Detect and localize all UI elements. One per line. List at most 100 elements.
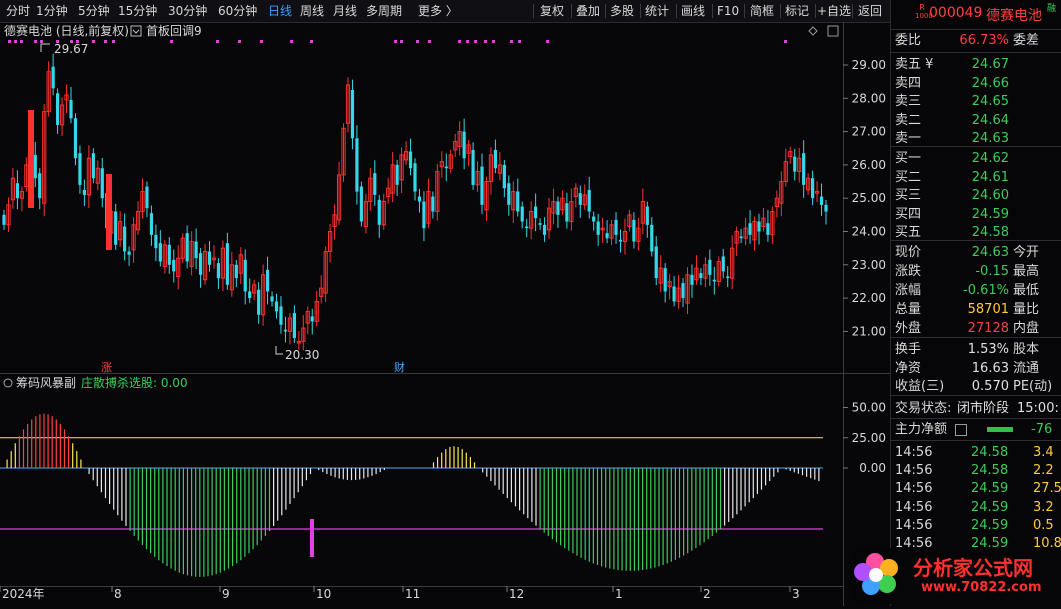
- period-tab-60min[interactable]: 60分钟: [218, 0, 257, 22]
- signal-dot: [310, 40, 313, 43]
- finance-row: 净资 16.63 流通: [891, 359, 1061, 378]
- candle-body: [185, 233, 189, 262]
- candle-body: [802, 153, 806, 185]
- candle-body: [520, 206, 524, 222]
- netflow-value: -76: [1031, 422, 1053, 437]
- period-tab-multi[interactable]: 多周期: [366, 0, 402, 22]
- candle-body: [78, 153, 82, 185]
- signal-dot: [400, 40, 403, 43]
- candle-body: [158, 243, 162, 262]
- signal-dot: [40, 40, 43, 43]
- signal-dot: [14, 40, 17, 43]
- diamond-icon[interactable]: [808, 26, 818, 36]
- period-tab-daily[interactable]: 日线: [268, 0, 292, 22]
- candle-body: [632, 219, 636, 242]
- candle-body: [699, 273, 703, 279]
- ask-label: 卖五 ¥: [895, 57, 934, 72]
- bid-label: 买一: [895, 151, 922, 166]
- candle-body: [757, 221, 761, 232]
- price-tick-label: 27.00: [852, 125, 886, 139]
- indicator-name[interactable]: 首板回调9: [146, 24, 202, 38]
- candle-body: [605, 233, 609, 239]
- tool-stats-button[interactable]: 统计: [645, 0, 669, 22]
- bid-row: 买四 24.59: [891, 205, 1061, 224]
- signal-dot: [474, 40, 477, 43]
- settings-box-icon[interactable]: [827, 25, 839, 37]
- signal-dot: [546, 40, 549, 43]
- candle-body: [359, 186, 363, 222]
- quote-row: 涨幅 -0.61% 最低: [891, 281, 1061, 300]
- date-tick-label: 1: [615, 587, 623, 601]
- quote-label2: 最高: [1013, 264, 1040, 279]
- candle-body: [654, 246, 658, 279]
- finance-label: 换手: [895, 342, 922, 357]
- period-tab-15min[interactable]: 15分钟: [118, 0, 157, 22]
- date-tick-label: 10: [316, 587, 331, 601]
- finance-label2: PE(动): [1013, 379, 1053, 394]
- tool-draw-button[interactable]: 画线: [681, 0, 705, 22]
- weibi-label: 委比: [895, 33, 922, 48]
- high-label: 29.67: [54, 42, 88, 56]
- candle-body: [507, 183, 511, 205]
- tool-f10-button[interactable]: F10: [717, 0, 739, 22]
- toolbar-divider: [852, 4, 853, 18]
- back-button[interactable]: 返回: [858, 0, 882, 22]
- candle-body: [373, 173, 377, 195]
- ask-row: 卖五 ¥ 24.67: [891, 55, 1061, 74]
- finance-marker[interactable]: 财: [394, 360, 405, 374]
- period-tab-30min[interactable]: 30分钟: [168, 0, 207, 22]
- signal-dot: [784, 40, 787, 43]
- candles: [2, 53, 828, 351]
- ask-row: 卖三 24.65: [891, 92, 1061, 111]
- kline-chart[interactable]: 29.00 28.00 27.00 26.00 25.00 24.00 23.00 22.00…: [0, 22, 890, 606]
- add-watchlist-button[interactable]: +自选: [817, 0, 851, 22]
- status-value: 闭市阶段: [957, 401, 1010, 416]
- candle-body: [82, 189, 87, 195]
- candle-body: [422, 201, 426, 229]
- candle-body: [395, 164, 399, 185]
- period-tab-1min[interactable]: 1分钟: [36, 0, 68, 22]
- period-tab-monthly[interactable]: 月线: [333, 0, 357, 22]
- candle-body: [592, 216, 596, 222]
- candle-body: [408, 151, 413, 169]
- bid-price: 24.61: [971, 169, 1009, 185]
- stock-code: 000049: [929, 5, 983, 21]
- candle-body: [15, 183, 20, 199]
- date-tick-label: 2: [703, 587, 711, 601]
- candle-body: [565, 203, 569, 222]
- signal-dot: [112, 40, 115, 43]
- indicator-toggle-icon[interactable]: [130, 25, 142, 37]
- signal-dot: [510, 40, 513, 43]
- period-tab-more[interactable]: 更多 〉: [418, 0, 458, 22]
- tool-mark-button[interactable]: 标记: [785, 0, 809, 22]
- tool-overlay-button[interactable]: 叠加: [576, 0, 600, 22]
- trade-price: 24.58: [971, 445, 1009, 460]
- candle-body: [748, 223, 752, 235]
- ask-price: 24.67: [971, 57, 1009, 72]
- sub-settings-icon[interactable]: [3, 378, 13, 388]
- signal-bar: [310, 519, 314, 557]
- candle-body: [149, 213, 154, 235]
- tool-simple-frame-button[interactable]: 简框: [750, 0, 774, 22]
- trade-time: 14:56: [895, 481, 933, 497]
- sub-indicator: [0, 413, 823, 577]
- quote-label2: 最低: [1013, 283, 1040, 298]
- candle-body: [413, 163, 417, 192]
- quote-row: 外盘 27128 内盘: [891, 319, 1061, 338]
- tool-fuquan-button[interactable]: 复权: [540, 0, 564, 22]
- period-tab-5min[interactable]: 5分钟: [78, 0, 110, 22]
- tool-multistock-button[interactable]: 多股: [610, 0, 634, 22]
- trade-volume: 0.5: [1033, 517, 1054, 533]
- trade-row: 14:56 24.59 27.5: [891, 479, 1061, 498]
- trade-row: 14:56 24.59 0.5: [891, 516, 1061, 535]
- netflow-label: 主力净额: [895, 422, 948, 437]
- limit-up-marker[interactable]: 涨: [101, 361, 112, 374]
- sub-axis: 50.00 25.00 0.00: [843, 401, 886, 475]
- weibi-row: 委比 66.73% 委差: [891, 31, 1061, 50]
- trade-time: 14:56: [895, 517, 933, 533]
- flower-logo-icon: [854, 553, 898, 595]
- signal-dot: [466, 40, 469, 43]
- netflow-menu-icon[interactable]: [955, 424, 967, 436]
- period-tab-weekly[interactable]: 周线: [300, 0, 324, 22]
- period-tab-fenshi[interactable]: 分时: [6, 0, 30, 22]
